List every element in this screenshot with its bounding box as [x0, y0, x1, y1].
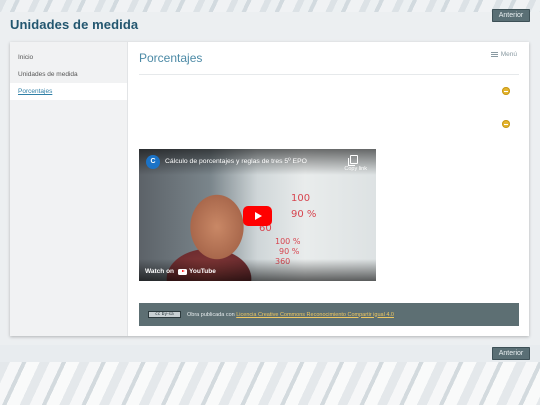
license-bar: cc by-sa Obra publicada con Licencia Cre…	[139, 303, 519, 326]
video-embed[interactable]: 100 90 % 60 100 % 90 % 360 C Cálculo de …	[139, 149, 376, 281]
play-button-icon[interactable]	[243, 206, 272, 226]
site-title: Unidades de medida	[10, 17, 139, 32]
previous-button-top[interactable]: Anterior	[492, 9, 530, 22]
cc-license-badge[interactable]: cc by-sa	[148, 311, 181, 318]
channel-avatar[interactable]: C	[146, 155, 160, 169]
menu-label: Menú	[500, 51, 517, 58]
collapse-toggle-icon[interactable]	[502, 120, 510, 128]
content-area: Porcentajes Menú 100 90 % 60 100 % 90 % …	[128, 42, 529, 336]
license-link[interactable]: Licencia Creative Commons Reconocimiento…	[236, 312, 394, 318]
sidebar-item-inicio[interactable]: Inicio	[10, 49, 127, 66]
watch-on-youtube-button[interactable]: Watch on YouTube	[145, 268, 216, 275]
header-decoration	[0, 0, 540, 12]
sidebar: Inicio Unidades de medida Porcentajes	[10, 42, 128, 336]
license-prefix: Obra publicada con	[187, 311, 235, 318]
title-divider	[139, 74, 519, 75]
watch-on-label: Watch on	[145, 268, 175, 275]
main-card: Inicio Unidades de medida Porcentajes Po…	[10, 42, 529, 336]
page-title: Porcentajes	[139, 51, 203, 65]
whiteboard-text: 100 %	[275, 237, 301, 246]
menu-icon	[490, 52, 498, 57]
youtube-logo-icon: YouTube	[178, 268, 216, 275]
sidebar-item-porcentajes[interactable]: Porcentajes	[10, 83, 127, 100]
previous-button-bottom[interactable]: Anterior	[492, 347, 530, 360]
youtube-wordmark: YouTube	[189, 268, 216, 275]
footer-decoration	[0, 362, 540, 405]
whiteboard-text: 100	[291, 193, 311, 204]
menu-button[interactable]: Menú	[490, 51, 517, 58]
whiteboard-text: 90 %	[291, 209, 317, 220]
sidebar-item-unidades-de-medida[interactable]: Unidades de medida	[10, 66, 127, 83]
video-title[interactable]: Cálculo de porcentajes y reglas de tres …	[165, 158, 307, 165]
license-text: Obra publicada con Licencia Creative Com…	[187, 312, 394, 318]
collapse-toggle-icon[interactable]	[502, 87, 510, 95]
whiteboard-text: 90 %	[279, 247, 300, 256]
copy-link-icon[interactable]	[348, 155, 358, 166]
copy-link-label[interactable]: Copy link	[344, 166, 367, 172]
